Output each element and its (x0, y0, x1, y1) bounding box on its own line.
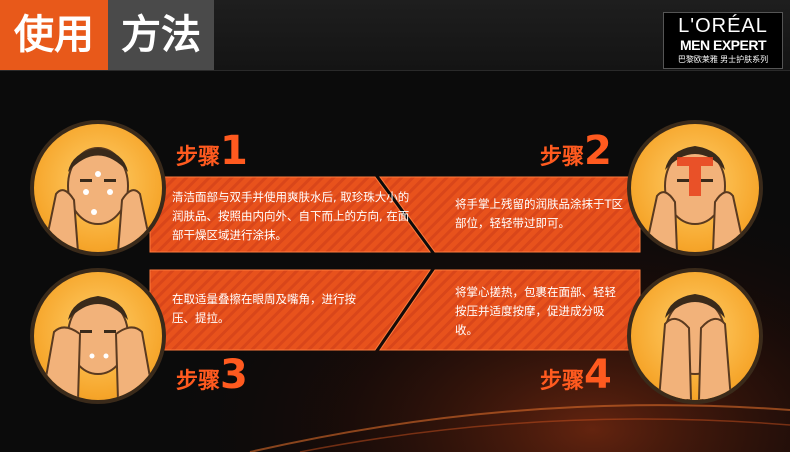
step-number: 3 (220, 352, 248, 398)
step-number: 4 (584, 352, 612, 398)
face-applying-cream-icon (30, 120, 166, 256)
step-description-2: 将手掌上残留的润肤品涂抹于T区部位，轻轻带过即可。 (455, 197, 624, 230)
step-label-1: 步骤1 (176, 128, 248, 174)
step-number: 1 (220, 128, 248, 174)
step-description-1: 清洁面部与双手并使用爽肤水后, 取珍珠大小的润肤品、按照由内向外、自下而上的方向… (172, 190, 410, 242)
face-palms-cover-icon (627, 268, 763, 404)
step-word: 步骤 (176, 145, 221, 170)
step-description-4: 将掌心搓热，包裹在面部、轻轻按压并适度按摩，促进成分吸收。 (455, 285, 616, 337)
face-t-zone-icon (627, 120, 763, 256)
step-word: 步骤 (540, 145, 585, 170)
step-label-3: 步骤3 (176, 352, 248, 398)
face-eye-press-icon (30, 268, 166, 404)
step-word: 步骤 (176, 369, 221, 394)
step-label-2: 步骤2 (540, 128, 612, 174)
step-word: 步骤 (540, 369, 585, 394)
step-number: 2 (584, 128, 612, 174)
step-label-4: 步骤4 (540, 352, 612, 398)
step-description-3: 在取适量叠擦在眼周及嘴角，进行按压、提拉。 (172, 292, 356, 325)
